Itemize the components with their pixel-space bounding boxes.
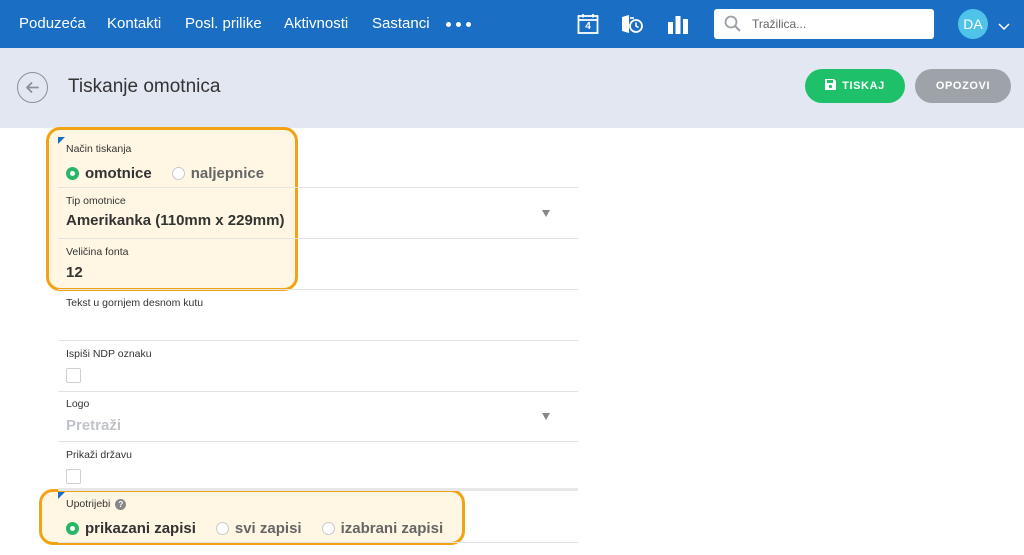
top-right-text-field[interactable]: Tekst u gornjem desnom kutu [58, 290, 578, 341]
radio-all-records-label: svi zapisi [234, 520, 302, 537]
radio-envelopes-label: omotnice [85, 165, 152, 182]
show-country-checkbox[interactable] [66, 469, 81, 484]
radio-selected-icon [66, 522, 79, 535]
use-records-radio-group: prikazani zapisi svi zapisi izabrani zap… [66, 520, 443, 537]
page-title: Tiskanje omotnica [68, 76, 221, 97]
avatar[interactable]: DA [958, 9, 988, 39]
radio-displayed-records[interactable]: prikazani zapisi [66, 520, 196, 537]
ndp-label-checkbox[interactable] [66, 368, 81, 383]
logo-search-placeholder: Pretraži [66, 417, 122, 434]
logo-field[interactable]: Logo Pretraži [58, 392, 578, 442]
nav-item-activities[interactable]: Aktivnosti [284, 15, 348, 32]
logo-label: Logo [66, 398, 90, 410]
print-button-label: TISKAJ [842, 80, 885, 92]
font-size-label: Veličina fonta [66, 246, 129, 258]
radio-selected-records-label: izabrani zapisi [340, 520, 444, 537]
ndp-label-field: Ispiši NDP oznaku [58, 341, 578, 392]
calendar-day: 4 [585, 21, 591, 32]
print-mode-radio-group: omotnice naljepnice [66, 165, 264, 182]
ndp-label-label: Ispiši NDP oznaku [66, 348, 152, 360]
font-size-field[interactable]: Veličina fonta 12 [58, 239, 578, 290]
radio-displayed-records-label: prikazani zapisi [85, 520, 196, 537]
nav-item-meetings[interactable]: Sastanci [372, 15, 430, 32]
chevron-down-icon[interactable] [998, 18, 1010, 36]
radio-all-records[interactable]: svi zapisi [215, 520, 302, 537]
font-size-value: 12 [66, 264, 83, 281]
cancel-button[interactable]: OPOZOVI [915, 69, 1011, 103]
nav-item-contacts[interactable]: Kontakti [107, 15, 161, 32]
radio-labels-label: naljepnice [190, 165, 265, 182]
use-records-label: Upotrijebi? [66, 498, 127, 510]
search-input[interactable] [752, 15, 927, 33]
radio-unselected-icon [215, 522, 229, 535]
show-country-field: Prikaži državu [58, 442, 578, 491]
print-mode-field: Način tiskanja omotnice naljepnice [58, 136, 578, 188]
help-icon[interactable]: ? [115, 499, 127, 510]
envelope-type-field[interactable]: Tip omotnice Amerikanka (110mm x 229mm) [58, 188, 578, 239]
call-log-icon[interactable] [620, 12, 644, 36]
radio-selected-records[interactable]: izabrani zapisi [321, 520, 444, 537]
more-icon[interactable] [446, 22, 471, 27]
arrow-left-icon [24, 79, 41, 101]
radio-envelopes[interactable]: omotnice [66, 165, 152, 182]
radio-labels[interactable]: naljepnice [171, 165, 265, 182]
top-right-text-label: Tekst u gornjem desnom kutu [66, 297, 204, 309]
nav-item-deals[interactable]: Posl. prilike [185, 15, 262, 32]
save-icon [825, 79, 837, 93]
dropdown-arrow-icon[interactable] [542, 210, 550, 217]
page-header: Tiskanje omotnica TISKAJ OPOZOVI [0, 48, 1024, 128]
radio-unselected-icon [321, 522, 335, 535]
nav-item-companies[interactable]: Poduzeća [19, 15, 86, 32]
search-box [714, 9, 934, 39]
use-records-field: Upotrijebi? prikazani zapisi svi zapisi … [58, 491, 578, 543]
reports-icon[interactable] [666, 12, 690, 36]
print-mode-label: Način tiskanja [66, 143, 132, 155]
top-navbar: Poduzeća Kontakti Posl. prilike Aktivnos… [0, 0, 1024, 48]
show-country-label: Prikaži državu [66, 449, 132, 461]
required-corner-marker [58, 137, 65, 144]
print-button[interactable]: TISKAJ [805, 69, 905, 103]
required-corner-marker [58, 492, 65, 499]
envelope-type-label: Tip omotnice [66, 195, 126, 207]
search-icon [724, 15, 742, 38]
calendar-icon[interactable]: 4 [576, 12, 600, 36]
back-button[interactable] [17, 72, 48, 103]
use-records-label-text: Upotrijebi [66, 498, 111, 510]
radio-selected-icon [66, 167, 79, 180]
envelope-type-value: Amerikanka (110mm x 229mm) [66, 212, 285, 229]
radio-unselected-icon [171, 167, 185, 180]
dropdown-arrow-icon[interactable] [542, 413, 550, 420]
